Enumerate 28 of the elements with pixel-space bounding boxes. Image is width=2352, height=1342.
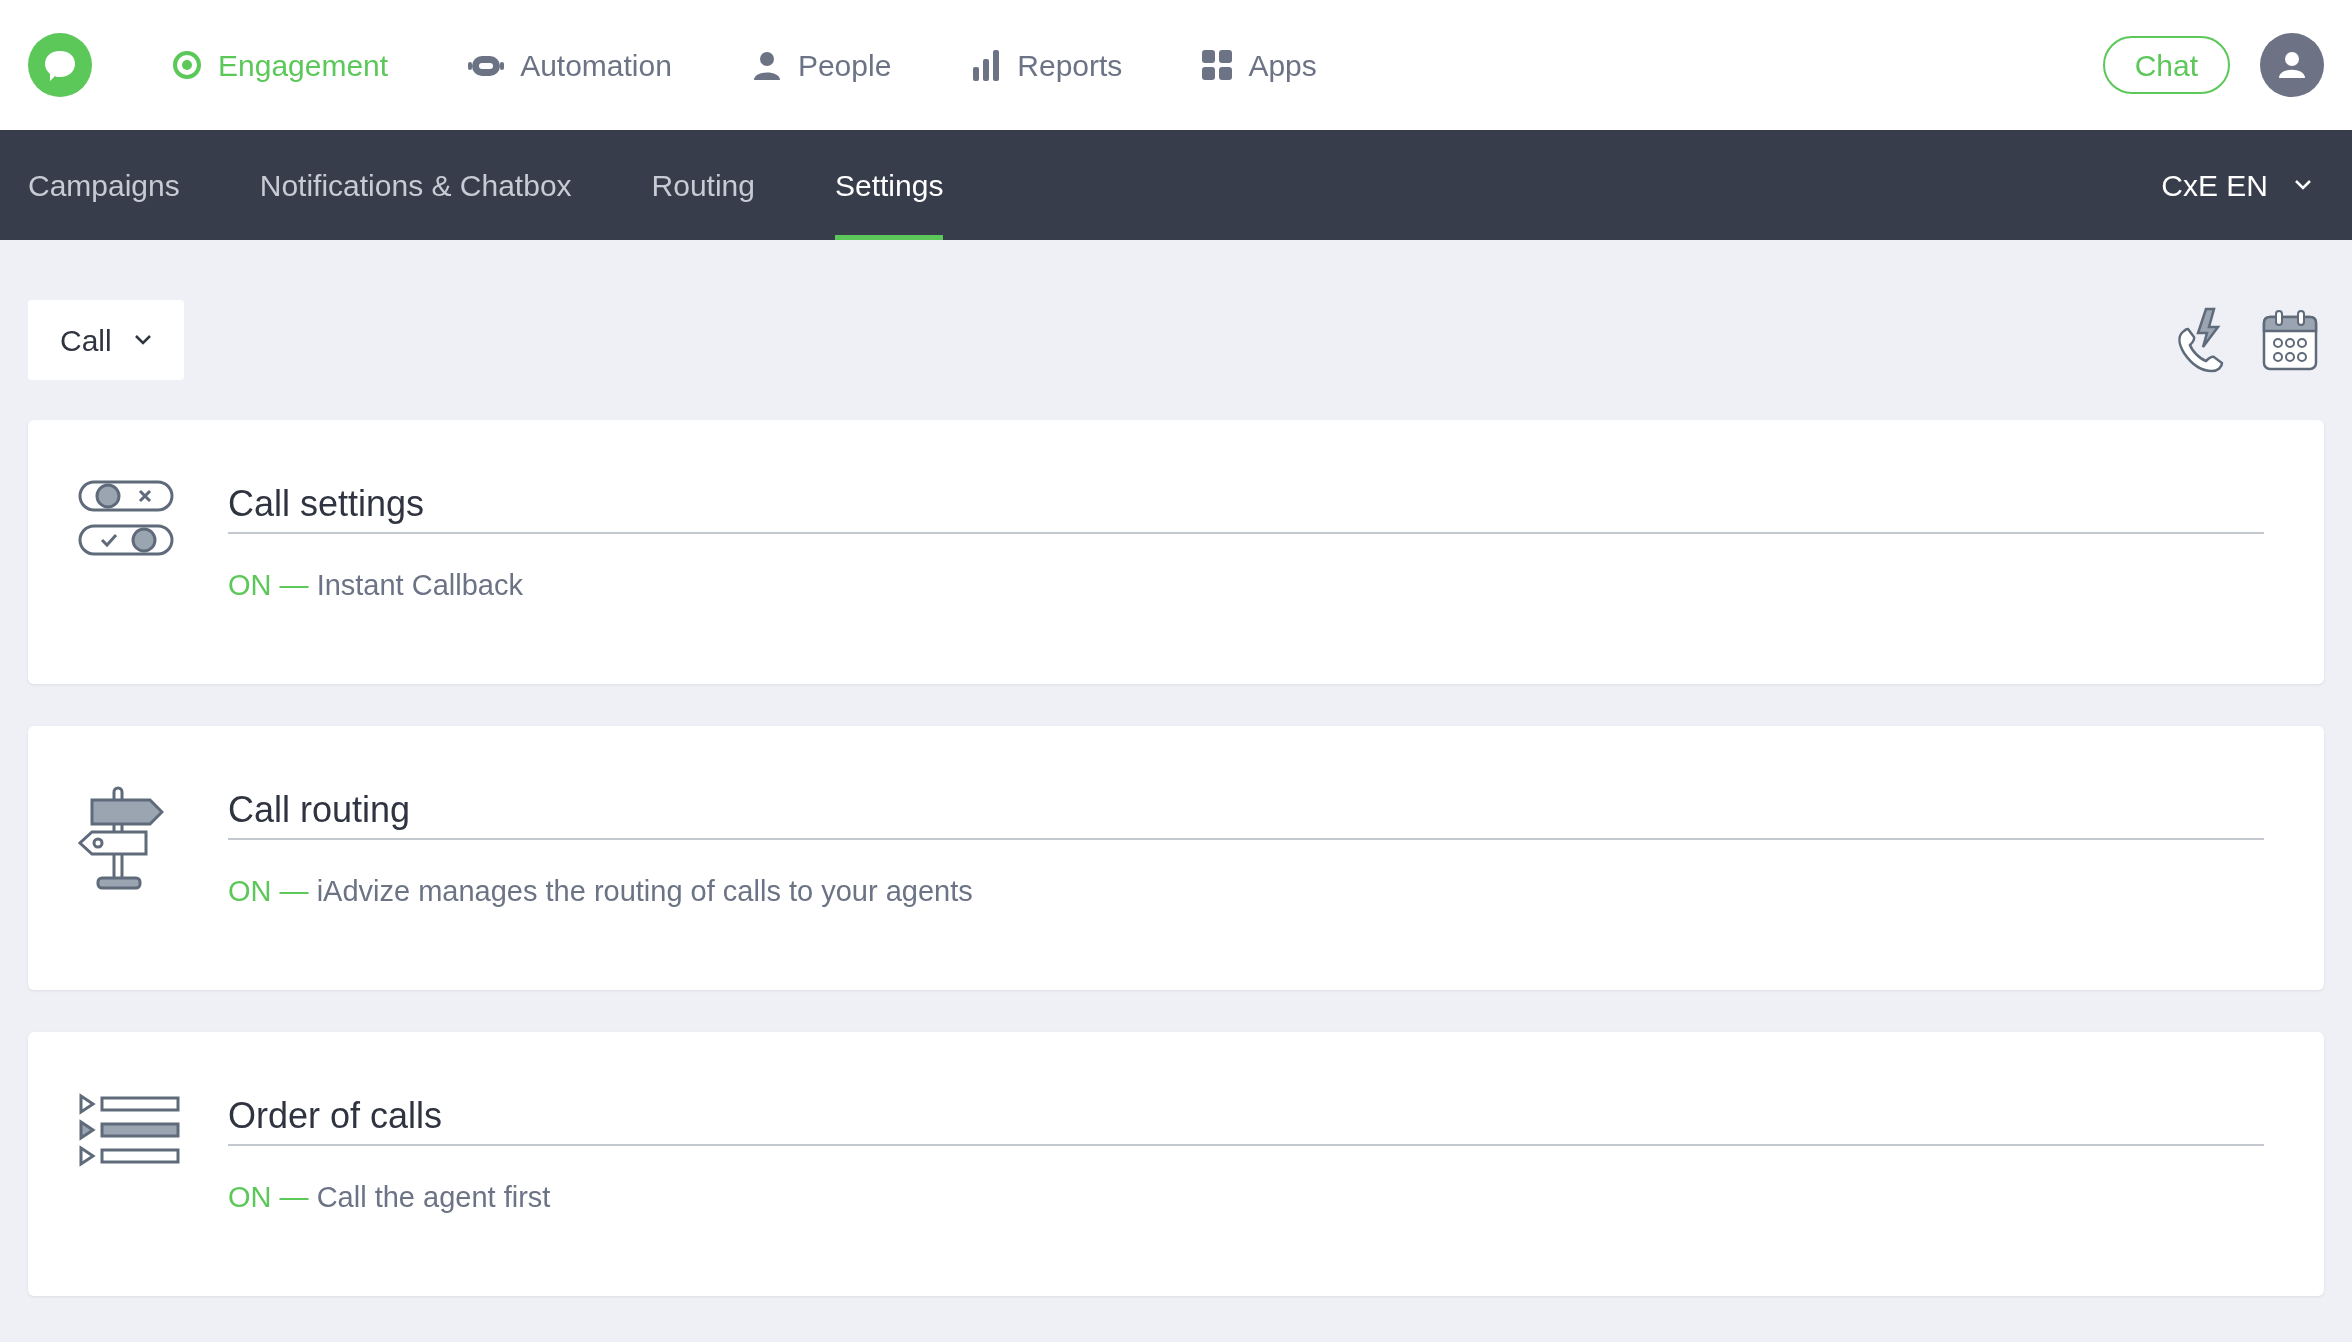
calendar-icon[interactable] <box>2262 309 2318 371</box>
grid-icon <box>1202 50 1233 80</box>
settings-card[interactable]: Order of calls ON — Call the agent first <box>28 1032 2324 1296</box>
nav-link[interactable]: Automation <box>468 42 672 88</box>
list-icon <box>78 1092 182 1168</box>
sub-nav-tab[interactable]: Routing <box>651 130 755 240</box>
sub-nav-tab[interactable]: Campaigns <box>28 130 180 240</box>
chevron-down-icon <box>2294 179 2312 191</box>
person-icon <box>751 50 782 80</box>
settings-card[interactable]: Call routing ON — iAdvize manages the routing of calls to your agents <box>28 726 2324 990</box>
status-text: ON — Instant Callback <box>228 568 524 603</box>
nav-link[interactable]: Apps <box>1202 42 1317 88</box>
card-title: Call routing <box>228 788 411 832</box>
card-title: Order of calls <box>228 1094 443 1138</box>
nav-link[interactable]: Reports <box>971 42 1123 88</box>
nav-link[interactable]: People <box>751 42 892 88</box>
card-title: Call settings <box>228 482 425 526</box>
status-text: ON — iAdvize manages the routing of calls to your agents <box>228 874 974 909</box>
bar-chart-icon <box>971 49 1002 81</box>
settings-card[interactable]: Call settings ON — Instant Callback <box>28 420 2324 684</box>
signpost-icon <box>78 786 164 890</box>
channel-dropdown[interactable]: Call <box>28 300 184 380</box>
sub-nav-tab[interactable]: Settings <box>835 130 944 240</box>
workspace-dropdown[interactable]: CxE EN <box>2161 130 2324 240</box>
status-text: ON — Call the agent first <box>228 1180 552 1215</box>
chevron-down-icon <box>133 334 152 346</box>
sub-nav-tab[interactable]: Notifications & Chatbox <box>259 130 572 240</box>
target-icon <box>172 50 202 80</box>
